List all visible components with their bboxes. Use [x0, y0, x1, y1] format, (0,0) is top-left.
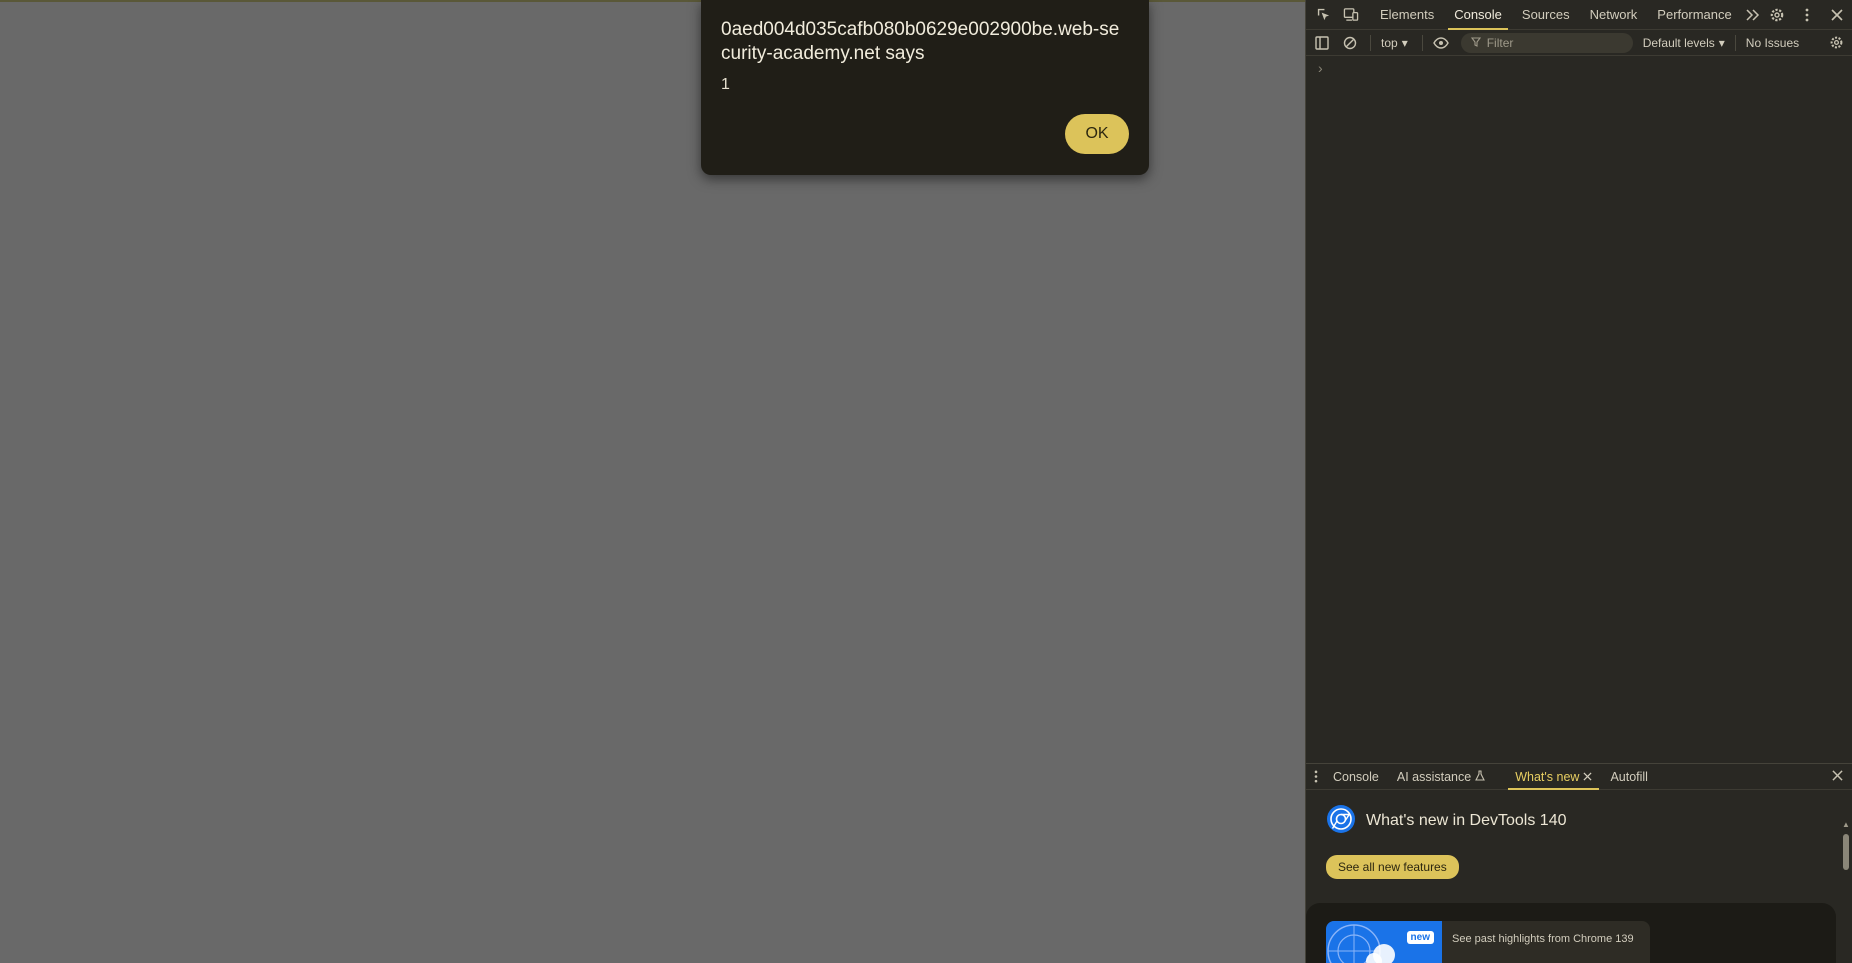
whats-new-header: What's new in DevTools 140	[1326, 804, 1833, 837]
drawer-scrollbar[interactable]: ▲ ▼	[1841, 820, 1851, 963]
close-devtools-icon[interactable]	[1828, 6, 1846, 24]
console-toolbar: top ▾ Filter Default levels ▾ No Issues	[1306, 30, 1852, 56]
scrollbar-thumb[interactable]	[1843, 834, 1849, 870]
drawer-tab-autofill[interactable]: Autofill	[1601, 764, 1657, 790]
devtools-toolbar-right	[1756, 0, 1846, 30]
drawer-tab-whats-new[interactable]: What's new	[1506, 764, 1601, 790]
log-levels-label: Default levels	[1642, 35, 1715, 50]
settings-gear-icon[interactable]	[1768, 6, 1786, 24]
highlights-thumbnail: new	[1326, 921, 1442, 963]
experiment-flask-icon	[1475, 769, 1486, 784]
chrome-devtools-logo-icon	[1326, 804, 1356, 837]
drawer-tab-label: What's new	[1515, 769, 1580, 784]
tab-console[interactable]: Console	[1444, 0, 1512, 30]
log-levels-dropdown[interactable]: Default levels ▾	[1643, 36, 1725, 50]
drawer-tab-ai-assistance[interactable]: AI assistance	[1388, 764, 1494, 790]
toolbar-divider	[1370, 34, 1371, 51]
tab-performance[interactable]: Performance	[1647, 0, 1741, 30]
whats-new-panel: What's new in DevTools 140 See all new f…	[1306, 790, 1852, 963]
devtools-panel: Elements Console Sources Network Perform…	[1305, 0, 1852, 963]
whats-new-title: What's new in DevTools 140	[1366, 811, 1567, 829]
clear-console-icon[interactable]	[1342, 35, 1358, 51]
alert-message: 1	[721, 76, 730, 93]
devtools-main-toolbar: Elements Console Sources Network Perform…	[1306, 0, 1852, 30]
tab-network[interactable]: Network	[1580, 0, 1648, 30]
issues-counter[interactable]: No Issues	[1746, 36, 1799, 50]
context-label: top	[1381, 35, 1398, 50]
new-badge: new	[1406, 931, 1434, 944]
tab-elements[interactable]: Elements	[1370, 0, 1444, 30]
devtools-drawer: Console AI assistance What's new Autofil…	[1306, 763, 1852, 963]
drawer-menu-icon[interactable]	[1314, 770, 1318, 783]
dropdown-caret-icon: ▾	[1718, 35, 1725, 50]
context-selector[interactable]: top ▾	[1381, 36, 1408, 50]
ok-button[interactable]: OK	[1065, 114, 1129, 154]
console-settings-gear-icon[interactable]	[1828, 35, 1844, 51]
drawer-tab-label: AI assistance	[1396, 769, 1472, 784]
filter-placeholder: Filter	[1486, 35, 1514, 50]
kebab-menu-icon[interactable]	[1798, 6, 1816, 24]
dropdown-caret-icon: ▾	[1401, 35, 1408, 50]
sidebar-toggle-icon[interactable]	[1314, 35, 1330, 51]
drawer-tab-label: Autofill	[1610, 769, 1648, 784]
drawer-tabs: Console AI assistance What's new Autofil…	[1306, 764, 1852, 790]
device-toolbar-icon[interactable]	[1342, 6, 1360, 24]
console-prompt-chevron-icon: ›	[1318, 60, 1323, 76]
highlights-text: See past highlights from Chrome 139	[1452, 933, 1634, 945]
devtools-tabs: Elements Console Sources Network Perform…	[1370, 0, 1742, 30]
filter-input[interactable]: Filter	[1460, 32, 1633, 53]
drawer-tab-label: Console	[1333, 769, 1379, 784]
live-expression-eye-icon[interactable]	[1432, 35, 1449, 51]
filter-funnel-icon	[1470, 36, 1481, 50]
highlights-card[interactable]: new See past highlights from Chrome 139	[1326, 921, 1650, 963]
toolbar-divider	[1734, 34, 1736, 51]
console-output[interactable]: ›	[1306, 56, 1852, 761]
highlights-section: new See past highlights from Chrome 139	[1306, 903, 1836, 963]
drawer-tab-console[interactable]: Console	[1324, 764, 1388, 790]
close-drawer-icon[interactable]	[1832, 768, 1843, 784]
close-tab-icon[interactable]	[1583, 770, 1592, 784]
see-all-features-button[interactable]: See all new features	[1326, 855, 1459, 879]
alert-dialog: 0aed004d035cafb080b0629e002900be.web-sec…	[701, 0, 1149, 175]
inspect-element-icon[interactable]	[1314, 6, 1332, 24]
tab-sources[interactable]: Sources	[1512, 0, 1580, 30]
scroll-up-arrow-icon[interactable]: ▲	[1841, 820, 1851, 829]
alert-origin: 0aed004d035cafb080b0629e002900be.web-sec…	[721, 19, 1120, 64]
toolbar-divider	[1421, 34, 1423, 51]
